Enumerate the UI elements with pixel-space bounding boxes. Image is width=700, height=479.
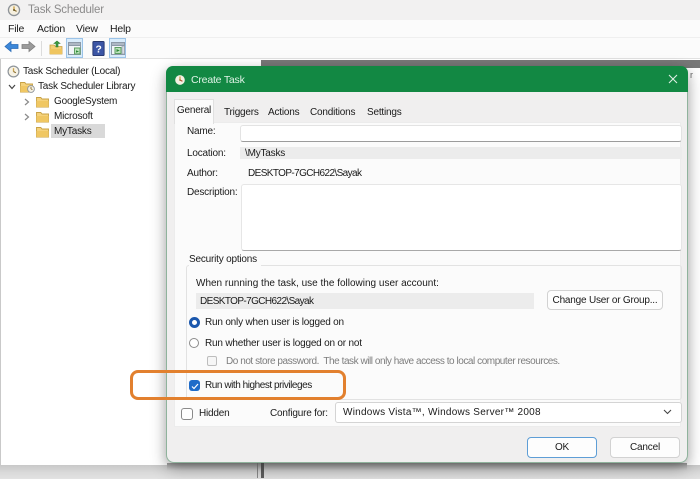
svg-text:?: ? bbox=[95, 44, 101, 55]
